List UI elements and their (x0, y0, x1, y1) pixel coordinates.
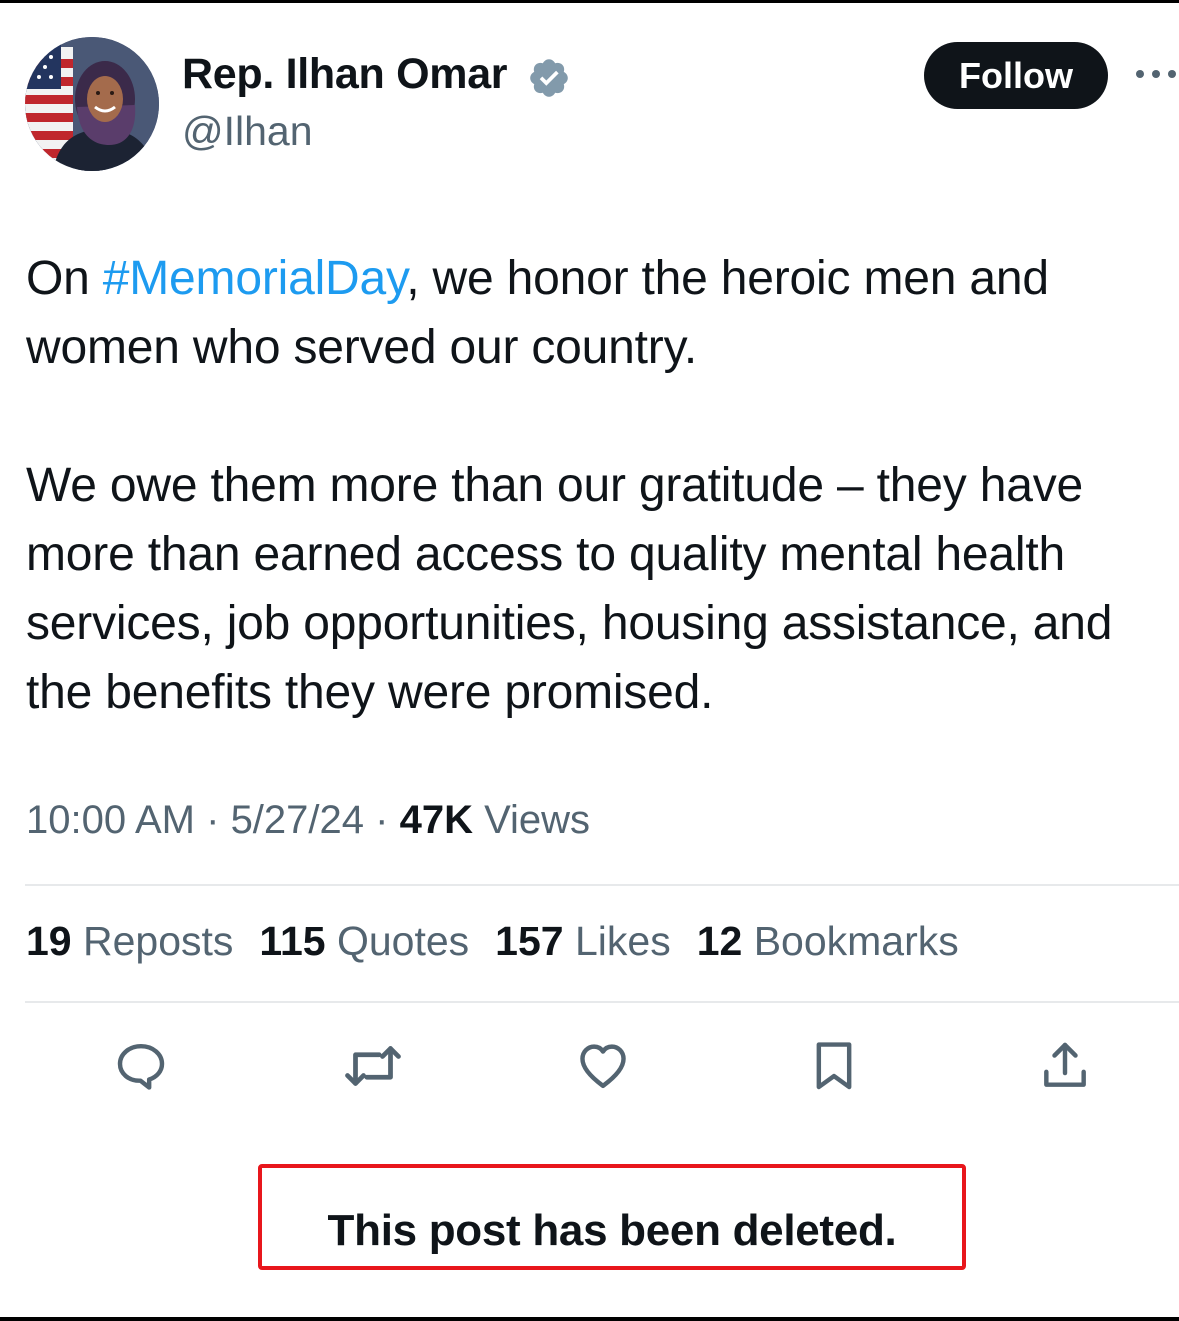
stat-bookmarks[interactable]: 12 Bookmarks (697, 918, 959, 965)
hashtag-link[interactable]: #MemorialDay (103, 252, 407, 305)
like-button[interactable] (575, 1038, 631, 1094)
tweet-time[interactable]: 10:00 AM (26, 798, 195, 842)
top-border (0, 0, 1179, 3)
stat-label: Likes (563, 918, 671, 964)
stat-count: 19 (26, 918, 72, 964)
tweet-text: On #MemorialDay, we honor the heroic men… (26, 244, 1166, 727)
verified-badge-icon (530, 59, 568, 97)
like-icon (580, 1044, 626, 1089)
share-icon (1044, 1042, 1086, 1087)
repost-icon (345, 1046, 401, 1086)
deleted-notice-text: This post has been deleted. (327, 1206, 897, 1255)
meta-separator: · (195, 798, 231, 842)
views-count: 47K (399, 798, 473, 842)
views-label: Views (472, 798, 591, 842)
tweet-paragraph-2: We owe them more than our gratitude – th… (26, 459, 1113, 719)
stat-label: Reposts (71, 918, 234, 964)
author-display-name[interactable]: Rep. Ilhan Omar (182, 50, 508, 99)
more-horizontal-icon[interactable] (1134, 66, 1178, 82)
stat-reposts[interactable]: 19 Reposts (26, 918, 233, 965)
stat-quotes[interactable]: 115 Quotes (259, 918, 469, 965)
tweet-date[interactable]: 5/27/24 (231, 798, 364, 842)
reply-icon (117, 1043, 165, 1090)
meta-separator: · (364, 798, 400, 842)
stat-label: Quotes (325, 918, 470, 964)
follow-button[interactable]: Follow (924, 42, 1108, 109)
divider (25, 884, 1179, 886)
tweet-metadata: 10:00 AM · 5/27/24 · 47K Views (26, 798, 590, 843)
stat-count: 157 (495, 918, 564, 964)
tweet-paragraph-1: On #MemorialDay, we honor the heroic men… (26, 244, 1166, 382)
reply-button[interactable] (113, 1038, 169, 1094)
divider (25, 1001, 1179, 1003)
bookmark-icon (816, 1042, 852, 1090)
stat-count: 12 (696, 918, 743, 964)
engagement-stats: 19 Reposts 115 Quotes 157 Likes 12 Bookm… (26, 918, 959, 965)
repost-button[interactable] (343, 1038, 401, 1094)
tweet-text-segment: On (26, 252, 103, 305)
bookmark-button[interactable] (806, 1038, 862, 1094)
deleted-notice-box: This post has been deleted. (258, 1164, 966, 1270)
stat-count: 115 (259, 918, 326, 964)
bottom-border (0, 1317, 1179, 1321)
stat-label: Bookmarks (742, 918, 959, 964)
author-handle[interactable]: @Ilhan (182, 108, 313, 155)
avatar[interactable] (25, 37, 159, 171)
share-button[interactable] (1037, 1038, 1093, 1094)
stat-likes[interactable]: 157 Likes (495, 918, 671, 965)
